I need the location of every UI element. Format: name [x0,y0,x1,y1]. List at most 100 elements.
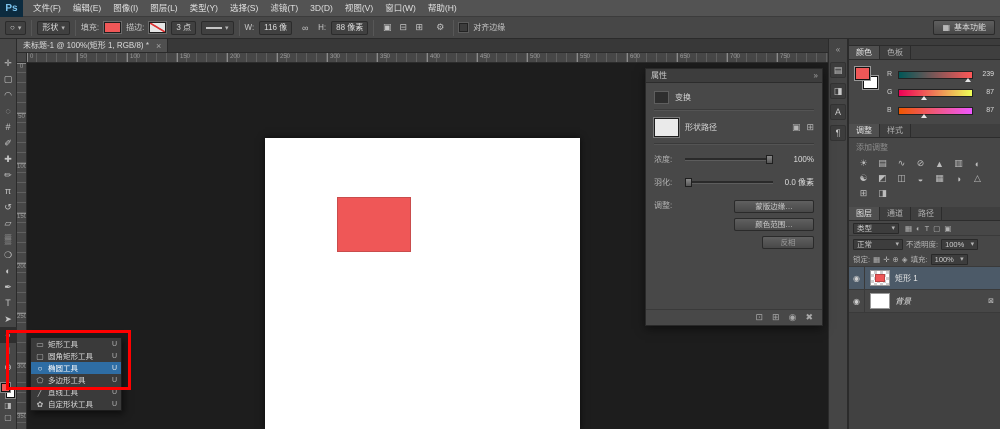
stroke-swatch[interactable] [149,22,166,33]
layer-thumbnail[interactable] [870,293,890,309]
feather-slider[interactable] [685,181,773,184]
collapse-panel-icon[interactable]: » [814,71,817,80]
path-select-tool[interactable]: ➤ [0,311,17,327]
lock-icon[interactable]: ◈ [902,255,908,264]
delete-mask-icon[interactable]: ✖ [805,312,813,323]
layer-name[interactable]: 矩形 1 [895,273,918,284]
expand-panels-icon[interactable]: « [836,45,840,57]
menu-item[interactable]: 帮助(H) [422,2,463,14]
healing-brush-tool[interactable]: ✚ [0,151,17,167]
density-slider[interactable] [685,158,773,161]
slider-handle[interactable] [921,114,927,118]
dodge-tool[interactable]: ◐ [0,263,17,279]
blend-mode-dropdown[interactable]: 正常 ▾ [853,239,903,250]
vector-mask-icon[interactable]: ▣ [792,122,801,133]
blur-tool[interactable]: ❍ [0,247,17,263]
ruler-origin-corner[interactable] [17,53,27,63]
menu-item[interactable]: 选择(S) [224,2,264,14]
gradient-tool[interactable]: ▒ [0,231,17,247]
channel-value[interactable]: 87 [977,89,994,96]
path-operation-icon[interactable]: ⊞ [411,20,427,35]
layer-thumbnail[interactable] [870,270,890,286]
layer-row[interactable]: ◉ 矩形 1 ⊠ [849,267,1000,290]
adjustment-icon[interactable]: ⊘ [911,156,930,171]
menu-item[interactable]: 类型(Y) [184,2,224,14]
tab-layers[interactable]: 图层 [849,207,880,220]
adjustment-icon[interactable]: ▦ [930,171,949,186]
pen-tool[interactable]: ✒ [0,279,17,295]
tool-mode-dropdown[interactable]: 形状 ▾ [37,21,70,35]
eyedropper-tool[interactable]: ✐ [0,135,17,151]
lasso-tool[interactable]: ◠ [0,87,17,103]
load-selection-icon[interactable]: ⊡ [756,312,764,323]
adjustment-icon[interactable]: ◩ [873,171,892,186]
menu-item[interactable]: 图像(I) [107,2,144,14]
adjustment-icon[interactable]: ⊞ [854,186,873,201]
path-operation-icon[interactable]: ⊟ [395,20,411,35]
stroke-width-input[interactable]: 3 点 [171,21,196,35]
workspace-switcher[interactable]: ▦ 基本功能 [933,20,995,35]
layer-filter-icon[interactable]: ◐ [916,224,921,233]
mask-edge-button[interactable]: 蒙版边缘… [734,200,814,213]
paragraph-panel-icon[interactable]: ¶ [830,125,846,141]
stroke-style-dropdown[interactable]: ▾ [201,21,234,35]
move-tool[interactable]: ✛ [0,55,17,71]
fill-dropdown[interactable]: 100% ▾ [931,254,968,265]
transform-row[interactable]: 变换 [654,88,814,106]
tab-paths[interactable]: 路径 [911,207,942,220]
eraser-tool[interactable]: ▱ [0,215,17,231]
shape-width-input[interactable]: 116 像 [259,21,292,35]
custom-shape-tool-item[interactable]: ✿ 自定形状工具 U [31,398,121,410]
link-dimensions-icon[interactable]: ∞ [297,20,313,35]
history-panel-icon[interactable]: ▤ [830,62,846,78]
type-tool[interactable]: T [0,295,17,311]
layer-filter-dropdown[interactable]: 类型 ▾ [853,223,899,234]
adjustment-icon[interactable]: ☀ [854,156,873,171]
slider-handle[interactable] [685,178,692,187]
channel-value[interactable]: 87 [977,107,994,114]
adjustment-icon[interactable]: △ [968,171,987,186]
lock-icon[interactable]: ▦ [873,255,880,264]
adjustment-icon[interactable]: ◑ [949,171,968,186]
clone-stamp-tool[interactable]: π [0,183,17,199]
tool-preset-picker[interactable]: ○ ▾ [5,21,26,35]
slider-handle[interactable] [766,155,773,164]
path-operation-icon[interactable]: ▣ [379,20,395,35]
apply-mask-icon[interactable]: ⊞ [772,312,780,323]
color-range-button[interactable]: 颜色范围… [734,218,814,231]
visibility-eye-icon[interactable]: ◉ [849,290,865,312]
crop-tool[interactable]: # [0,119,17,135]
adjustment-icon[interactable]: ▥ [949,156,968,171]
layer-filter-icon[interactable]: T [925,224,930,233]
adjustment-icon[interactable]: ◒ [911,171,930,186]
visibility-eye-icon[interactable]: ◉ [849,267,865,289]
history-brush-tool[interactable]: ↺ [0,199,17,215]
character-panel-icon[interactable]: A [830,104,846,120]
quick-select-tool[interactable]: ◌ [0,103,17,119]
document-canvas[interactable] [265,138,580,429]
quick-mask-icon[interactable]: ◨ [0,399,17,411]
document-tab[interactable]: 未标题-1 @ 100%(矩形 1, RGB/8) * × [17,39,168,52]
menu-item[interactable]: 图层(L) [144,2,183,14]
menu-item[interactable]: 窗口(W) [379,2,422,14]
menu-item[interactable]: 视图(V) [339,2,379,14]
channel-slider[interactable] [898,107,973,115]
lock-icon[interactable]: ⊕ [892,255,898,264]
shape-path-thumbnail[interactable] [654,118,679,137]
lock-icon[interactable]: ✛ [883,255,889,264]
marquee-tool[interactable]: ▢ [0,71,17,87]
adjustment-icon[interactable]: ◐ [968,156,987,171]
menu-item[interactable]: 滤镜(T) [264,2,304,14]
channel-slider[interactable] [898,89,973,97]
align-edges-checkbox[interactable] [459,23,468,32]
channel-slider[interactable] [898,71,973,79]
tab-styles[interactable]: 样式 [880,124,911,137]
tab-adjustments[interactable]: 调整 [849,124,880,137]
menu-item[interactable]: 3D(D) [304,3,339,13]
adjustment-icon[interactable]: ◫ [892,171,911,186]
layer-filter-icon[interactable]: ▦ [905,224,912,233]
slider-handle[interactable] [921,96,927,100]
adjustment-icon[interactable]: ◨ [873,186,892,201]
adjustment-icon[interactable]: ▲ [930,156,949,171]
menu-item[interactable]: 编辑(E) [67,2,107,14]
